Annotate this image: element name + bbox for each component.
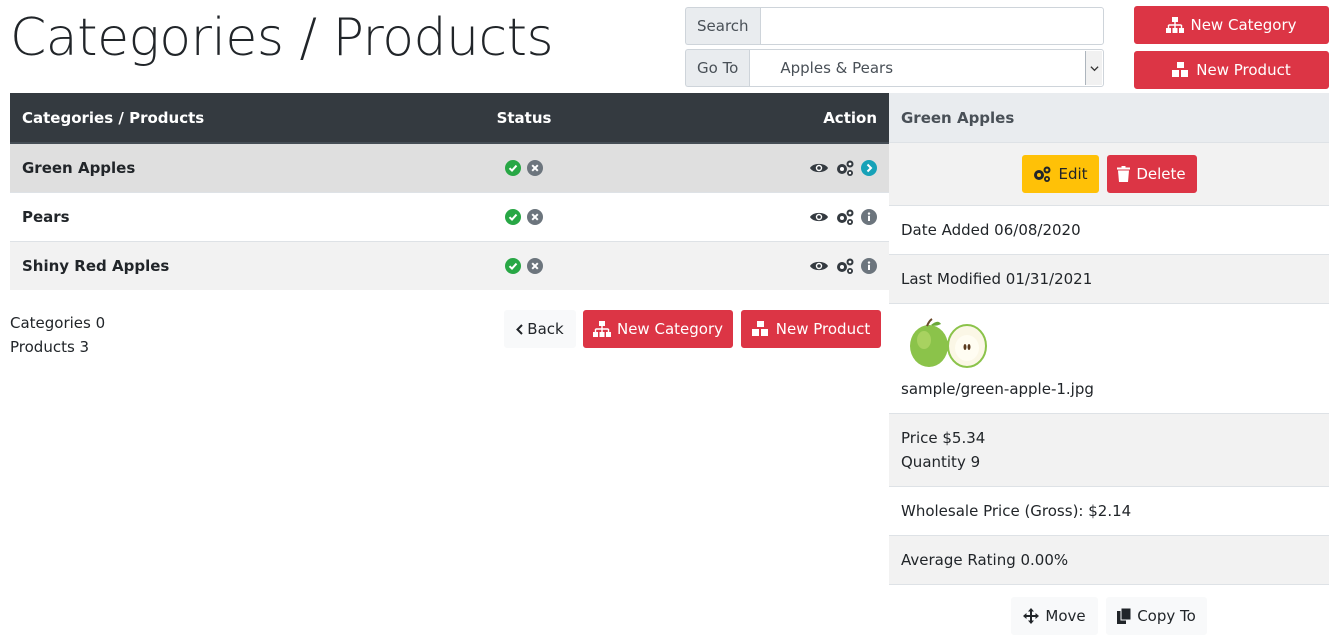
copy-icon (1117, 608, 1132, 624)
check-circle-icon[interactable] (505, 160, 521, 177)
image-path: sample/green-apple-1.jpg (901, 380, 1094, 398)
price: Price $5.34 (901, 429, 986, 447)
cogs-icon (1032, 165, 1052, 183)
last-modified: Last Modified 01/31/2021 (889, 255, 1329, 304)
move-label: Move (1045, 607, 1086, 625)
edit-button[interactable]: Edit (1021, 155, 1099, 193)
cubes-icon (751, 321, 770, 337)
eye-icon[interactable] (809, 161, 829, 175)
date-added: Date Added 06/08/2020 (889, 206, 1329, 255)
categories-count: Categories 0 (10, 314, 106, 332)
info-circle-icon[interactable] (861, 258, 877, 274)
average-rating: Average Rating 0.00% (889, 536, 1329, 585)
sitemap-icon (592, 321, 611, 337)
detail-panel: Green Apples Edit Delete Date Added 06/0… (889, 93, 1329, 635)
detail-actions: Edit Delete (889, 143, 1329, 206)
table-row[interactable]: Shiny Red Apples (10, 240, 889, 290)
product-image-section: sample/green-apple-1.jpg (889, 304, 1329, 414)
chevron-left-icon (516, 323, 523, 335)
info-circle-icon[interactable] (861, 208, 877, 225)
products-count: Products 3 (10, 338, 90, 356)
new-product-label: New Product (775, 320, 871, 338)
column-header-status: Status (459, 93, 589, 144)
table-row[interactable]: Pears (10, 191, 889, 241)
new-category-label: New Category (616, 320, 723, 338)
quantity: Quantity 9 (901, 453, 981, 471)
search-label: Search (685, 7, 760, 45)
new-product-label: New Product (1196, 61, 1291, 79)
detail-title: Green Apples (889, 93, 1329, 143)
sitemap-icon (1166, 17, 1185, 33)
cogs-icon[interactable] (835, 257, 855, 275)
check-circle-icon[interactable] (505, 209, 521, 225)
check-circle-icon[interactable] (505, 258, 521, 275)
new-product-button-bottom[interactable]: New Product (741, 310, 881, 348)
back-button[interactable]: Back (504, 310, 576, 348)
new-category-label: New Category (1190, 16, 1297, 34)
times-circle-icon[interactable] (527, 209, 543, 225)
price-quantity: Price $5.34 Quantity 9 (889, 414, 1329, 487)
times-circle-icon[interactable] (527, 258, 543, 275)
edit-label: Edit (1058, 165, 1088, 183)
column-header-action: Action (589, 93, 889, 144)
search-group: Search (685, 7, 1104, 45)
table-row[interactable]: Green Apples (10, 142, 889, 192)
categories-table: Categories / Products Status Action Gree… (10, 93, 889, 290)
new-category-button-top[interactable]: New Category (1134, 6, 1329, 44)
new-category-button-bottom[interactable]: New Category (583, 310, 733, 348)
eye-icon[interactable] (809, 259, 829, 273)
eye-icon[interactable] (809, 210, 829, 224)
delete-button[interactable]: Delete (1106, 155, 1197, 193)
product-image (910, 318, 987, 368)
delete-label: Delete (1136, 165, 1186, 183)
row-name[interactable]: Shiny Red Apples (10, 240, 459, 290)
cogs-icon[interactable] (835, 208, 855, 226)
new-product-button-top[interactable]: New Product (1134, 51, 1329, 89)
move-button[interactable]: Move (1011, 597, 1098, 635)
chevron-down-icon[interactable] (1085, 51, 1102, 85)
cogs-icon[interactable] (835, 159, 855, 177)
goto-label: Go To (685, 49, 750, 87)
chevron-circle-right-icon[interactable] (861, 160, 877, 176)
counts-summary: Categories 0 Products 3 (10, 311, 105, 359)
wholesale-price: Wholesale Price (Gross): $2.14 (889, 487, 1329, 536)
search-input[interactable] (759, 7, 1104, 45)
copy-to-label: Copy To (1137, 607, 1196, 625)
back-label: Back (527, 320, 564, 338)
goto-selected-value: Apples & Pears (780, 59, 894, 77)
detail-footer: Move Copy To (889, 585, 1329, 635)
times-circle-icon[interactable] (527, 160, 543, 177)
copy-to-button[interactable]: Copy To (1106, 597, 1207, 635)
arrows-move-icon (1023, 608, 1040, 624)
goto-group: Go To Apples & Pears (685, 49, 1104, 87)
cubes-icon (1172, 62, 1190, 78)
row-name[interactable]: Pears (10, 191, 459, 241)
page-title: Categories / Products (10, 8, 554, 68)
row-name[interactable]: Green Apples (10, 142, 459, 192)
column-header-name[interactable]: Categories / Products (10, 93, 459, 144)
goto-select[interactable]: Apples & Pears (749, 49, 1104, 87)
trash-icon (1117, 166, 1131, 182)
